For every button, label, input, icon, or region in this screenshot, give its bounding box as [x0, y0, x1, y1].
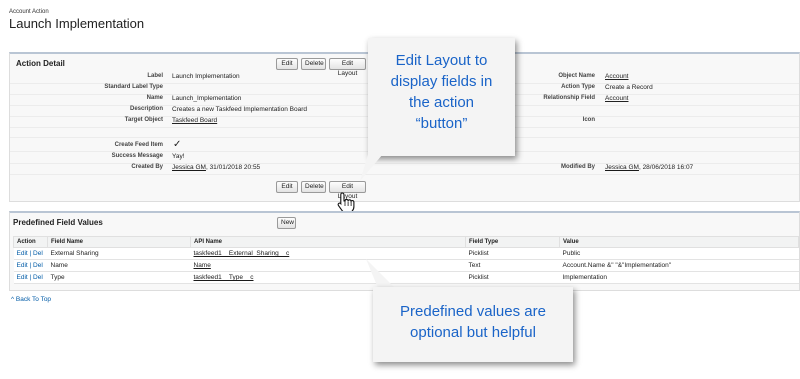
created-by-date: , 31/01/2018 20:55 — [205, 164, 261, 171]
callout-line: the action — [408, 94, 475, 111]
api-name-cell: Name — [190, 259, 466, 272]
action-detail-title: Action Detail — [16, 59, 65, 68]
target-object-label: Target Object — [124, 117, 163, 123]
name-value: Launch_Implementation — [172, 95, 242, 102]
field-type-cell: Text — [465, 259, 560, 272]
modified-by-date: , 28/06/2018 16:07 — [638, 164, 694, 171]
edit-layout-callout: Edit Layout to display fields in the act… — [368, 38, 515, 156]
field-name-cell: Name — [47, 259, 191, 272]
api-name-link[interactable]: Name — [194, 262, 211, 269]
name-label: Name — [146, 95, 163, 101]
field-name-cell: Type — [47, 271, 191, 284]
callout-line: display fields in — [390, 73, 493, 90]
callout-line: optional but helpful — [410, 324, 536, 341]
field-name-cell: External Sharing — [47, 247, 191, 260]
target-object-link[interactable]: Taskfeed Board — [172, 117, 217, 124]
callout-line: Edit Layout to — [395, 52, 488, 69]
table-row: Edit | Del External Sharing taskfeed1__E… — [13, 247, 799, 260]
success-message-label: Success Message — [111, 153, 163, 159]
edit-layout-button-top[interactable]: Edit Layout — [329, 58, 366, 77]
row-actions: Edit | Del — [13, 247, 48, 260]
page: Account Action Launch Implementation Act… — [0, 0, 800, 379]
predefined-values-callout: Predefined values are optional but helpf… — [373, 287, 573, 362]
predefined-field-values-title: Predefined Field Values — [13, 218, 103, 227]
modified-by-label: Modified By — [561, 164, 595, 170]
del-link[interactable]: Del — [33, 274, 43, 281]
back-to-top-label: Back To Top — [15, 296, 52, 303]
description-label: Description — [129, 106, 163, 112]
page-header: Account Action Launch Implementation — [9, 9, 144, 31]
predefined-values-table: Action Field Name API Name Field Type Va… — [13, 236, 799, 284]
edit-button-bottom[interactable]: Edit — [276, 181, 298, 193]
detail-row: Created By Jessica GM, 31/01/2018 20:55 … — [10, 164, 799, 175]
value-cell: Public — [559, 247, 799, 260]
value-cell: Implementation — [559, 271, 799, 284]
create-feed-item-check-icon: ✓ — [173, 139, 182, 150]
created-by-user-link[interactable]: Jessica GM — [172, 164, 206, 171]
object-name-link[interactable]: Account — [605, 73, 629, 80]
col-field-type: Field Type — [465, 236, 560, 248]
back-to-top-link[interactable]: ^ Back To Top — [11, 296, 51, 303]
modified-by-user-link[interactable]: Jessica GM — [605, 164, 639, 171]
api-name-cell: taskfeed1__External_Sharing__c — [190, 247, 466, 260]
page-subtitle: Account Action — [9, 9, 49, 15]
col-value: Value — [559, 236, 799, 248]
delete-button-bottom[interactable]: Delete — [301, 181, 326, 193]
field-type-cell: Picklist — [465, 247, 560, 260]
create-feed-item-label: Create Feed Item — [114, 142, 163, 148]
predefined-field-values-section: Predefined Field Values New Action Field… — [9, 211, 800, 291]
label-label: Label — [147, 73, 163, 79]
row-actions: Edit | Del — [13, 271, 48, 284]
table-row: Edit | Del Name Name Text Account.Name &… — [13, 259, 799, 272]
table-row: Edit | Del Type taskfeed1__Type__c Pickl… — [13, 271, 799, 284]
edit-link[interactable]: Edit — [17, 274, 28, 281]
del-link[interactable]: Del — [33, 262, 43, 269]
created-by-value: Jessica GM, 31/01/2018 20:55 — [172, 164, 260, 171]
col-api-name: API Name — [190, 236, 466, 248]
callout-line: “button” — [415, 115, 468, 132]
success-message-value: Yay! — [172, 153, 185, 160]
created-by-label: Created By — [131, 164, 163, 170]
table-header-row: Action Field Name API Name Field Type Va… — [13, 236, 799, 248]
page-title: Launch Implementation — [9, 16, 145, 31]
new-button[interactable]: New — [277, 217, 296, 229]
edit-link[interactable]: Edit — [17, 262, 28, 269]
callout-pointer-icon — [366, 259, 395, 288]
relationship-field-link[interactable]: Account — [605, 95, 629, 102]
api-name-link[interactable]: taskfeed1__External_Sharing__c — [194, 250, 290, 257]
description-value: Creates a new Taskfeed Implementation Bo… — [172, 106, 308, 113]
del-link[interactable]: Del — [33, 250, 43, 257]
api-name-cell: taskfeed1__Type__c — [190, 271, 466, 284]
edit-button-top[interactable]: Edit — [276, 58, 298, 70]
callout-pointer-icon — [360, 148, 388, 181]
field-type-cell: Picklist — [465, 271, 560, 284]
row-actions: Edit | Del — [13, 259, 48, 272]
standard-label-type-label: Standard Label Type — [104, 84, 163, 90]
col-action: Action — [13, 236, 48, 248]
value-cell: Account.Name &" "&"Implementation" — [559, 259, 799, 272]
label-value: Launch Implementation — [172, 73, 240, 80]
edit-link[interactable]: Edit — [17, 250, 28, 257]
api-name-link[interactable]: taskfeed1__Type__c — [194, 274, 254, 281]
callout-line: Predefined values are — [400, 303, 546, 320]
action-type-value: Create a Record — [605, 84, 653, 91]
caret-up-icon: ^ — [11, 296, 15, 303]
col-field-name: Field Name — [47, 236, 191, 248]
delete-button-top[interactable]: Delete — [301, 58, 326, 70]
modified-by-value: Jessica GM, 28/06/2018 16:07 — [605, 164, 693, 171]
